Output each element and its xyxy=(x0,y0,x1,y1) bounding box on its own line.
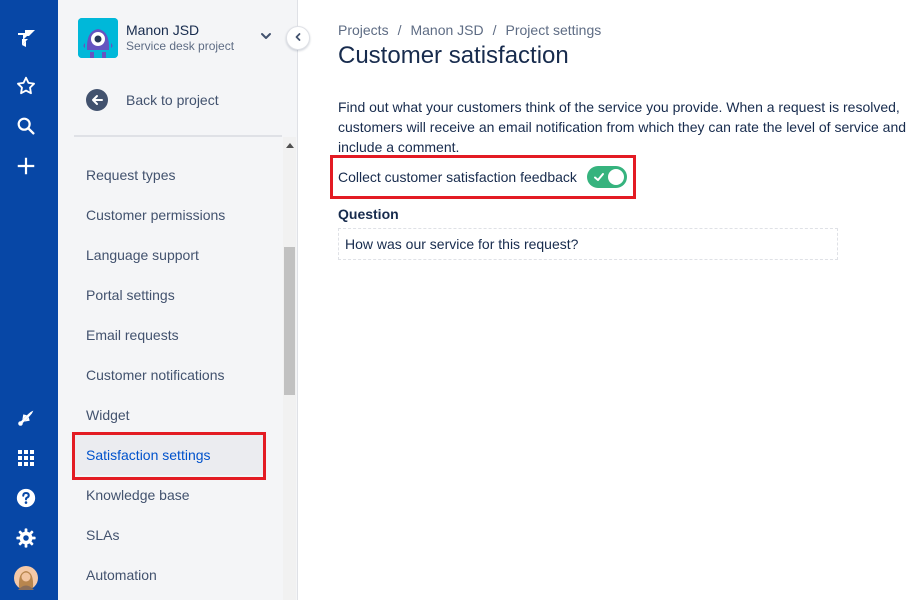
chevron-left-icon xyxy=(293,29,303,47)
check-icon xyxy=(593,173,604,181)
collapse-sidebar-button[interactable] xyxy=(286,26,310,50)
page-title: Customer satisfaction xyxy=(338,42,569,69)
notification-icon[interactable] xyxy=(13,405,39,431)
avatar[interactable] xyxy=(13,565,39,591)
global-navigation xyxy=(0,0,58,600)
arrow-left-icon xyxy=(86,89,108,111)
main-content: Projects / Manon JSD / Project settings Cust… xyxy=(338,0,912,600)
feedback-toggle[interactable] xyxy=(586,166,627,188)
project-type: Service desk project xyxy=(126,39,235,53)
sidebar-item-widget[interactable]: Widget xyxy=(72,395,266,435)
feedback-toggle-label: Collect customer satisfaction feedback xyxy=(338,169,577,185)
star-icon[interactable] xyxy=(13,73,39,99)
sidebar-item-customer-permissions[interactable]: Customer permissions xyxy=(72,195,266,235)
breadcrumb: Projects / Manon JSD / Project settings xyxy=(338,22,601,38)
app-switcher-icon[interactable] xyxy=(13,445,39,471)
sidebar-item-email-requests[interactable]: Email requests xyxy=(72,315,266,355)
settings-nav: Request types Customer permissions Langu… xyxy=(72,155,266,595)
toggle-knob xyxy=(607,169,624,185)
page-description: Find out what your customers think of th… xyxy=(338,99,907,155)
scroll-up-arrow-icon[interactable] xyxy=(283,137,296,153)
scrollbar-thumb[interactable] xyxy=(284,247,295,395)
project-avatar[interactable] xyxy=(78,18,118,58)
feedback-toggle-row: Collect customer satisfaction feedback xyxy=(338,165,627,189)
question-input[interactable] xyxy=(338,228,838,260)
breadcrumb-projects[interactable]: Projects xyxy=(338,22,389,38)
search-icon[interactable] xyxy=(13,113,39,139)
breadcrumb-separator: / xyxy=(492,22,497,38)
sidebar-item-satisfaction-settings[interactable]: Satisfaction settings xyxy=(72,435,266,475)
sidebar-scrollbar[interactable] xyxy=(283,137,296,600)
sidebar-item-portal-settings[interactable]: Portal settings xyxy=(72,275,266,315)
settings-icon[interactable] xyxy=(13,525,39,551)
breadcrumb-separator: / xyxy=(397,22,402,38)
question-label: Question xyxy=(338,206,399,222)
sidebar-item-language-support[interactable]: Language support xyxy=(72,235,266,275)
project-sidebar: Manon JSD Service desk project Back to p… xyxy=(58,0,298,600)
back-to-project-label: Back to project xyxy=(126,92,219,108)
jira-logo-icon[interactable] xyxy=(13,26,39,52)
breadcrumb-project[interactable]: Manon JSD xyxy=(410,22,483,38)
breadcrumb-project-settings[interactable]: Project settings xyxy=(506,22,602,38)
sidebar-item-customer-notifications[interactable]: Customer notifications xyxy=(72,355,266,395)
sidebar-item-request-types[interactable]: Request types xyxy=(72,155,266,195)
chevron-down-icon[interactable] xyxy=(258,28,274,44)
sidebar-item-slas[interactable]: SLAs xyxy=(72,515,266,555)
help-icon[interactable] xyxy=(13,485,39,511)
back-to-project-link[interactable]: Back to project xyxy=(86,88,219,112)
sidebar-divider xyxy=(74,135,282,137)
plus-icon[interactable] xyxy=(13,153,39,179)
sidebar-item-knowledge-base[interactable]: Knowledge base xyxy=(72,475,266,515)
sidebar-item-automation[interactable]: Automation xyxy=(72,555,266,595)
project-name[interactable]: Manon JSD xyxy=(126,22,199,38)
